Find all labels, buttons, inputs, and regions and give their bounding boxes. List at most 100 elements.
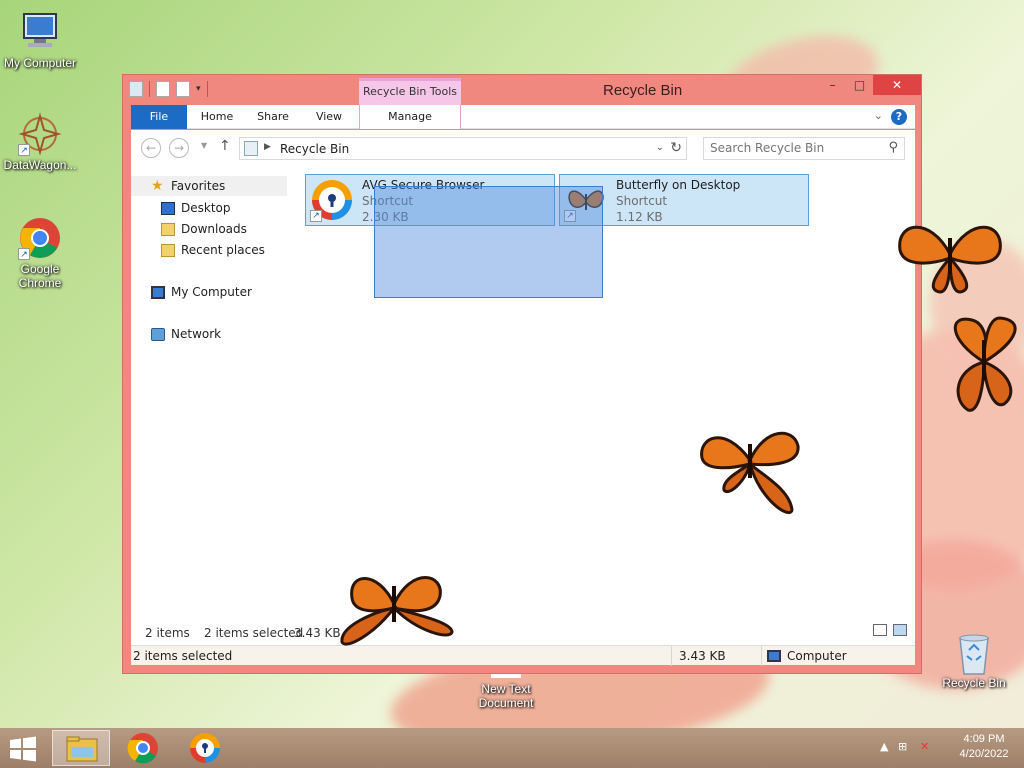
item-count: 2 items (145, 626, 190, 640)
up-button[interactable]: ↑ (219, 138, 231, 154)
file-type: Shortcut (616, 194, 668, 208)
desktop-icon-label: Google Chrome (18, 262, 62, 290)
taskbar-google-chrome[interactable] (114, 730, 172, 766)
recycle-bin-window: ▾ Recycle Bin Tools Recycle Bin – □ ✕ Fi… (122, 74, 922, 674)
search-input[interactable] (710, 141, 870, 155)
title-bar[interactable]: ▾ Recycle Bin Tools Recycle Bin – □ ✕ (123, 75, 921, 105)
selection-rectangle (374, 186, 603, 298)
desktop-icon-label: Recycle Bin (942, 676, 1006, 690)
expand-ribbon-chevron-icon[interactable]: ⌄ (874, 109, 883, 122)
details-view-icon[interactable] (873, 624, 887, 636)
status-line: 2 items 2 items selected 3.43 KB (131, 618, 915, 648)
network-icon (151, 327, 165, 341)
desktop-icon-google-chrome[interactable]: ↗ Google Chrome (0, 216, 80, 290)
address-dropdown-icon[interactable]: ⌄ (656, 142, 664, 153)
butterfly-icon (953, 316, 1017, 412)
shortcut-arrow-icon: ↗ (310, 210, 322, 222)
desktop-icon-label: DataWagon... (3, 158, 77, 172)
nav-item-favorites[interactable]: ★ Favorites (131, 176, 287, 196)
address-bar[interactable]: ▶ Recycle Bin ⌄ ↻ (239, 137, 687, 160)
selected-count: 2 items selected (204, 626, 304, 640)
context-tab-recycle-bin-tools: Recycle Bin Tools (359, 78, 461, 105)
system-tray: ▲ ⊞ ✕ 4:09 PM 4/20/2022 (864, 728, 1024, 768)
volume-muted-icon[interactable]: ✕ (920, 740, 929, 753)
avg-browser-icon (190, 733, 220, 763)
breadcrumb-recycle-bin[interactable]: Recycle Bin (280, 142, 349, 156)
chrome-icon (127, 733, 158, 764)
downloads-folder-icon (161, 222, 175, 236)
clock[interactable]: 4:09 PM 4/20/2022 (944, 732, 1024, 762)
monitor-icon (151, 285, 165, 299)
desktop-icon-new-text-document[interactable]: New Text Document (466, 674, 546, 710)
nav-item-desktop[interactable]: Desktop (161, 198, 231, 218)
navigation-pane: ★ Favorites Desktop Downloads Recent pla… (131, 168, 291, 648)
taskbar-file-explorer[interactable] (52, 730, 110, 766)
window-title: Recycle Bin (603, 82, 683, 99)
computer-icon (767, 650, 781, 662)
desktop-icon-label: My Computer (3, 56, 77, 70)
clock-date: 4/20/2022 (959, 748, 1009, 760)
details-location: Computer (787, 649, 847, 663)
file-size: 1.12 KB (616, 210, 663, 224)
details-bar: 2 items selected 3.43 KB Computer (131, 645, 915, 666)
file-list[interactable]: ↗ AVG Secure Browser Shortcut 2.30 KB ↗ … (291, 168, 915, 618)
taskbar: ▲ ⊞ ✕ 4:09 PM 4/20/2022 (0, 728, 1024, 768)
desktop-folder-icon (161, 201, 175, 215)
tab-view[interactable]: View (307, 105, 351, 129)
properties-icon[interactable] (156, 81, 170, 97)
taskbar-avg-secure-browser[interactable] (176, 730, 234, 766)
monitor-icon (18, 10, 62, 54)
recycle-bin-small-icon (244, 141, 258, 156)
clock-time: 4:09 PM (963, 733, 1005, 745)
shortcut-arrow-icon: ↗ (18, 248, 30, 260)
desktop-icon-recycle-bin[interactable]: Recycle Bin (934, 630, 1014, 690)
desktop-icon-datawagon[interactable]: ↗ DataWagon... (0, 112, 80, 172)
minimize-button[interactable]: – (819, 75, 846, 95)
windows-logo-icon (10, 736, 36, 762)
recycle-bin-small-icon (129, 81, 143, 97)
forward-button[interactable]: → (169, 138, 189, 158)
text-document-icon (491, 674, 521, 678)
new-folder-icon[interactable] (176, 81, 190, 97)
nav-item-recent-places[interactable]: Recent places (161, 240, 265, 260)
help-icon[interactable]: ? (891, 109, 907, 125)
refresh-icon[interactable]: ↻ (670, 140, 682, 156)
nav-item-network[interactable]: Network (151, 324, 221, 344)
shortcut-arrow-icon: ↗ (18, 144, 30, 156)
explorer-content: ★ Favorites Desktop Downloads Recent pla… (131, 168, 915, 648)
start-button[interactable] (8, 736, 38, 762)
recent-places-icon (161, 243, 175, 257)
maximize-button[interactable]: □ (846, 75, 873, 95)
back-button[interactable]: ← (141, 138, 161, 158)
navigation-bar: ← → ▼ ↑ ▶ Recycle Bin ⌄ ↻ ⚲ (131, 130, 915, 168)
file-explorer-icon (66, 736, 98, 762)
ribbon-tabs: File Home Share View Manage ⌄ ? (131, 105, 915, 129)
desktop-icon-my-computer[interactable]: My Computer (0, 10, 80, 70)
breadcrumb-arrow-icon[interactable]: ▶ (264, 142, 271, 152)
desktop-icon-label: New Text Document (478, 682, 534, 710)
search-icon[interactable]: ⚲ (888, 140, 898, 155)
recent-locations-dropdown-icon[interactable]: ▼ (201, 141, 207, 150)
customize-toolbar-dropdown-icon[interactable]: ▾ (196, 84, 201, 94)
close-button[interactable]: ✕ (873, 75, 921, 95)
butterfly-icon (340, 576, 454, 646)
details-size: 3.43 KB (679, 649, 726, 663)
quick-access-toolbar: ▾ (129, 81, 208, 97)
tab-manage[interactable]: Manage (359, 105, 461, 129)
tab-home[interactable]: Home (195, 105, 239, 129)
tab-share[interactable]: Share (251, 105, 295, 129)
network-icon[interactable]: ⊞ (898, 740, 907, 753)
large-icons-view-icon[interactable] (893, 624, 907, 636)
star-icon: ★ (151, 177, 164, 194)
butterfly-icon (700, 431, 800, 514)
chrome-icon: ↗ (18, 216, 62, 260)
show-hidden-icons-icon[interactable]: ▲ (880, 740, 888, 753)
tab-file[interactable]: File (131, 105, 187, 129)
datawagon-icon: ↗ (18, 112, 62, 156)
recycle-bin-icon (952, 630, 996, 675)
search-box[interactable]: ⚲ (703, 137, 905, 160)
nav-item-my-computer[interactable]: My Computer (151, 282, 252, 302)
details-selected: 2 items selected (133, 649, 233, 663)
file-name: Butterfly on Desktop (616, 178, 741, 192)
nav-item-downloads[interactable]: Downloads (161, 219, 247, 239)
